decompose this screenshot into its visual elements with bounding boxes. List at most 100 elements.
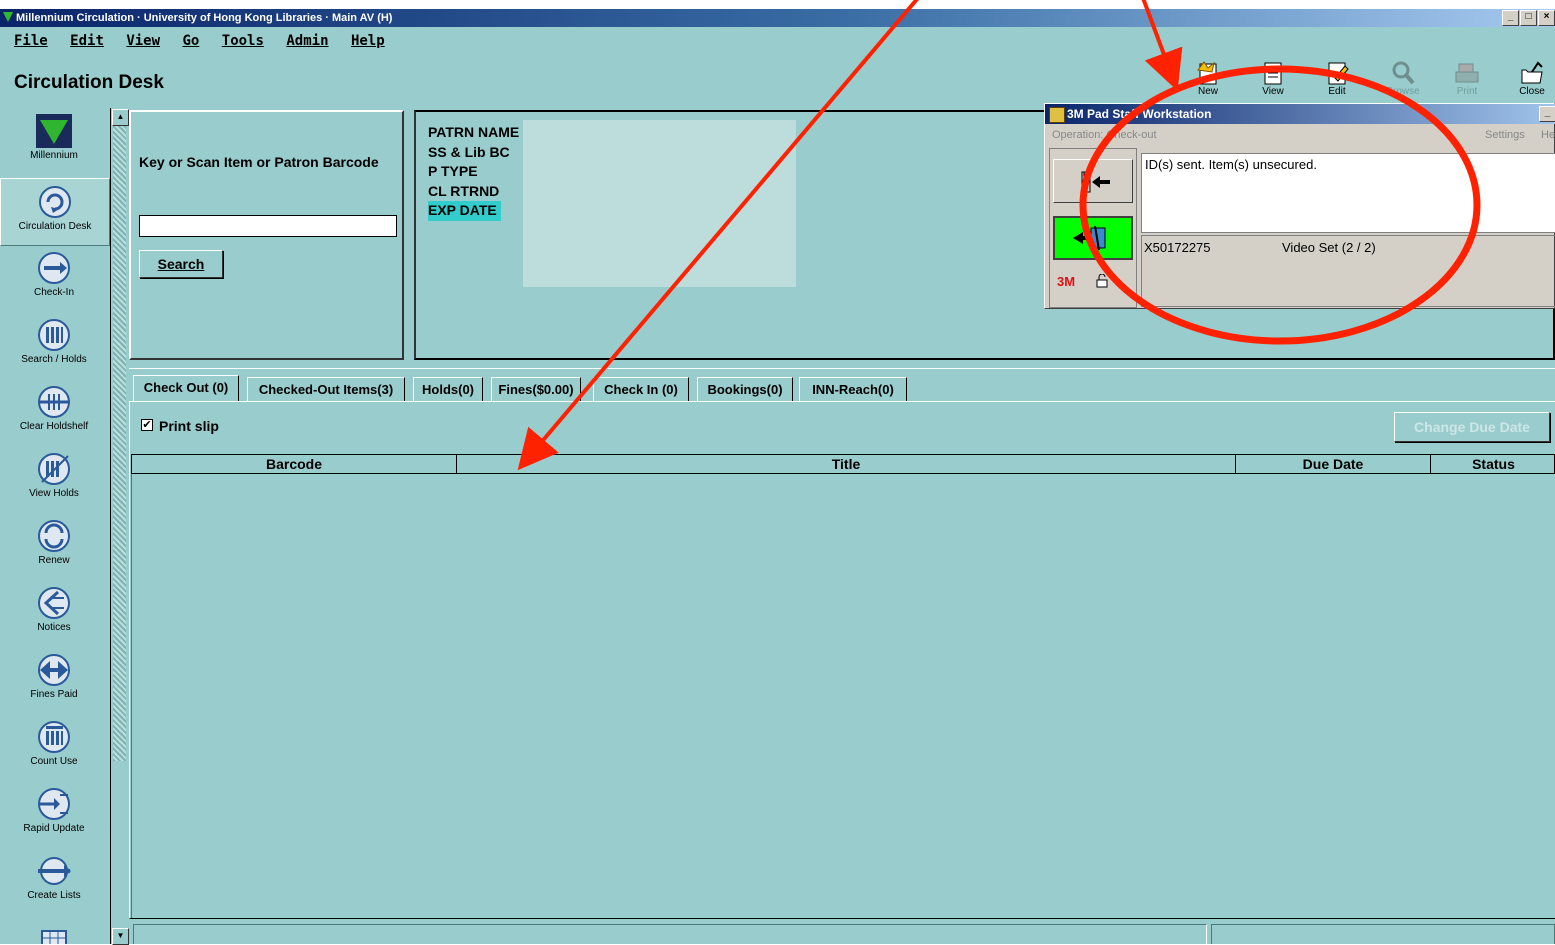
menu-view[interactable]: View [126, 33, 160, 49]
tab-fines[interactable]: Fines($0.00) [491, 377, 581, 401]
menu-tools[interactable]: Tools [222, 33, 264, 49]
search-holds-icon [36, 318, 72, 352]
patron-field-labels: PATRN NAME SS & Lib BC P TYPE CL RTRND E… [428, 123, 519, 221]
toolbar-print-button[interactable]: Print [1440, 60, 1494, 97]
tab-holds[interactable]: Holds(0) [413, 377, 483, 401]
column-barcode[interactable]: Barcode [132, 455, 457, 473]
toolbar-view-label: View [1262, 86, 1284, 97]
pad-workstation-window: 3M Pad Staff Workstation _ □ Operation: … [1044, 103, 1555, 309]
pad-brand-logo: 3M [1057, 274, 1076, 289]
sidebar: Millennium Circulation Desk Check-In Sea… [0, 108, 110, 944]
scroll-up-arrow-icon[interactable]: ▲ [112, 109, 129, 126]
column-status[interactable]: Status [1431, 455, 1555, 473]
sidebar-item-view-holds[interactable]: View Holds [0, 446, 108, 512]
sidebar-item-label: Millennium [30, 150, 78, 161]
sidebar-item-count-use[interactable]: Count Use [0, 714, 108, 780]
fines-paid-icon [36, 653, 72, 687]
sidebar-item-renew[interactable]: Renew [0, 513, 108, 579]
column-due-date[interactable]: Due Date [1236, 455, 1431, 473]
millennium-logo-icon [36, 114, 72, 148]
unlock-icon [1093, 273, 1109, 288]
toolbar-close-button[interactable]: Close [1505, 60, 1555, 97]
rapid-update-icon [36, 787, 72, 821]
checkout-table-header: Barcode Title Due Date Status [131, 454, 1555, 474]
sidebar-item-label: Check-In [33, 287, 74, 298]
pad-operation-label[interactable]: Operation: Check-out [1052, 129, 1157, 141]
grid-icon [36, 921, 72, 944]
scrollbar-thumb[interactable] [113, 126, 126, 761]
search-prompt: Key or Scan Item or Patron Barcode [139, 154, 379, 170]
sidebar-item-label: View Holds [29, 488, 79, 499]
sidebar-item-label: Clear Holdshelf [19, 421, 89, 432]
status-bar [129, 921, 1555, 944]
sidebar-item-millennium[interactable]: Millennium [0, 108, 108, 174]
edit-icon [1323, 60, 1351, 86]
sidebar-item-circulation-desk[interactable]: Circulation Desk [0, 178, 110, 246]
sidebar-item-fines-paid[interactable]: Fines Paid [0, 647, 108, 713]
sidebar-item-more[interactable] [0, 915, 108, 944]
folder-open-icon [1518, 60, 1546, 86]
pad-checkout-button[interactable] [1053, 216, 1133, 260]
pad-app-icon [1049, 107, 1065, 123]
menu-file[interactable]: File [14, 33, 48, 49]
sidebar-item-label: Circulation Desk [18, 221, 92, 232]
minimize-button[interactable]: _ [1502, 10, 1519, 26]
scroll-down-arrow-icon[interactable]: ▼ [112, 928, 129, 945]
menu-admin[interactable]: Admin [286, 33, 328, 49]
pad-checkin-button[interactable] [1053, 159, 1133, 203]
barcode-arrow-icon [1081, 171, 1110, 193]
tab-bookings[interactable]: Bookings(0) [697, 377, 793, 401]
pad-message-box: ID(s) sent. Item(s) unsecured. [1141, 153, 1555, 233]
pad-message: ID(s) sent. Item(s) unsecured. [1145, 157, 1317, 172]
sidebar-item-clear-holdshelf[interactable]: Clear Holdshelf [0, 379, 108, 445]
menu-help[interactable]: Help [351, 33, 385, 49]
maximize-button[interactable]: □ [1520, 10, 1537, 26]
pad-minimize-button[interactable]: _ [1539, 106, 1555, 122]
sidebar-item-search-holds[interactable]: Search / Holds [0, 312, 108, 378]
status-pane-secondary [1211, 924, 1555, 944]
search-button[interactable]: Search [139, 250, 223, 278]
sidebar-item-label: Count Use [30, 756, 78, 767]
tab-check-in[interactable]: Check In (0) [593, 377, 689, 401]
menu-bar: File Edit View Go Tools Admin Help [0, 27, 1555, 55]
barcode-input[interactable] [139, 215, 397, 237]
toolbar-view-button[interactable]: View [1246, 60, 1300, 97]
change-due-date-button[interactable]: Change Due Date [1394, 412, 1550, 442]
sidebar-item-check-in[interactable]: Check-In [0, 245, 108, 311]
view-holds-icon [36, 452, 72, 486]
toolbar-edit-button[interactable]: Edit [1310, 60, 1364, 97]
column-title[interactable]: Title [457, 455, 1236, 473]
print-slip-checkbox[interactable]: ✔ [141, 419, 153, 431]
sidebar-item-label: Create Lists [27, 890, 81, 901]
patron-cl-rtrnd-label: CL RTRND [428, 182, 500, 199]
patron-type-label: P TYPE [428, 163, 478, 179]
sidebar-item-rapid-update[interactable]: Rapid Update [0, 781, 108, 847]
window-title-bar: Millennium Circulation · University of H… [0, 9, 1555, 27]
tab-checked-out-items[interactable]: Checked-Out Items(3) [247, 377, 405, 401]
tab-inn-reach[interactable]: INN-Reach(0) [799, 377, 907, 401]
magnifier-icon [1389, 60, 1417, 86]
sidebar-item-create-lists[interactable]: Create Lists [0, 848, 108, 914]
patron-barcode-label: SS & Lib BC [428, 143, 510, 160]
menu-edit[interactable]: Edit [70, 33, 104, 49]
toolbar-edit-label: Edit [1328, 86, 1346, 97]
pad-help-menu[interactable]: He [1541, 129, 1555, 141]
printer-icon [1453, 60, 1481, 86]
sidebar-item-label: Notices [37, 622, 71, 633]
toolbar-browse-button[interactable]: Browse [1376, 60, 1430, 97]
tab-check-out[interactable]: Check Out (0) [133, 375, 239, 402]
sidebar-item-label: Rapid Update [23, 823, 85, 834]
sidebar-item-notices[interactable]: Notices [0, 580, 108, 646]
close-window-button[interactable]: × [1538, 10, 1555, 26]
check-in-icon [36, 251, 72, 285]
menu-go[interactable]: Go [182, 33, 199, 49]
sidebar-scrollbar[interactable]: ▲ ▼ [110, 108, 129, 945]
pad-item-title: Video Set (2 / 2) [1282, 240, 1376, 255]
pad-settings-menu[interactable]: Settings [1485, 129, 1525, 141]
toolbar-new-button[interactable]: New [1181, 60, 1235, 97]
pad-item-list: X50172275 Video Set (2 / 2) [1141, 235, 1555, 307]
pad-menu-bar: Operation: Check-out Settings He [1045, 126, 1555, 144]
patron-name-label: PATRN NAME [428, 124, 520, 140]
toolbar-close-label: Close [1519, 86, 1545, 97]
toolbar-new-label: New [1197, 86, 1218, 97]
